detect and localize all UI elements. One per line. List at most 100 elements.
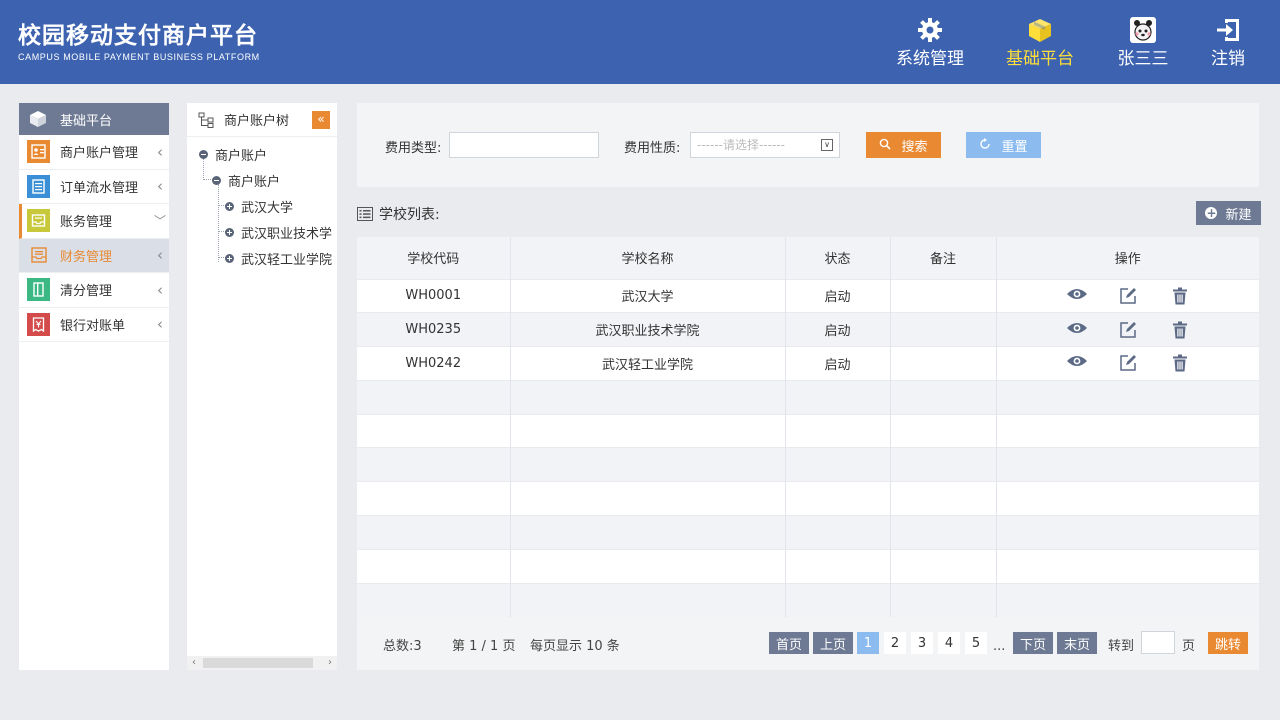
collapse-tree-button[interactable]: « <box>312 111 330 129</box>
left-menu: 基础平台 商户账户管理 ‹ 订单流水管理 ‹ 账务管理 ﹀ 财务管理 ‹ 清分管… <box>19 103 169 670</box>
sidebar-item-label: 订单流水管理 <box>60 180 139 196</box>
pages-ellipsis: ... <box>993 639 1006 654</box>
goto-page-input[interactable] <box>1141 631 1175 654</box>
last-page-button[interactable]: 末页 <box>1057 632 1097 654</box>
tree-node-root[interactable]: 商户账户 <box>199 145 267 164</box>
edit-icon[interactable] <box>1118 287 1138 305</box>
page-3-button[interactable]: 3 <box>911 632 933 654</box>
column-header: 学校代码 <box>357 237 511 279</box>
per-page-info: 每页显示 10 条 <box>530 639 620 654</box>
empty-table-row <box>357 447 1259 482</box>
page-unit-label: 页 <box>1182 639 1196 654</box>
sidebar-item-order-flow[interactable]: 订单流水管理 ‹ <box>19 170 169 204</box>
fee-type-input[interactable] <box>449 132 599 158</box>
tree-structure-icon <box>198 112 214 128</box>
scroll-right-icon[interactable]: › <box>323 656 337 670</box>
note-cell <box>890 346 997 381</box>
nav-basic-platform[interactable]: 基础平台 <box>1004 16 1076 76</box>
plus-icon: + <box>1205 206 1218 220</box>
fee-type-label: 费用类型: <box>385 141 442 156</box>
sidebar-item-finance[interactable]: 财务管理 ‹ <box>19 238 169 273</box>
expand-icon <box>225 254 234 263</box>
cube-icon <box>30 111 46 127</box>
table-row[interactable]: WH0242 武汉轻工业学院 启动 <box>357 346 1259 381</box>
avatar-icon <box>1130 17 1156 43</box>
view-icon[interactable] <box>1066 321 1087 339</box>
delete-icon[interactable] <box>1170 287 1190 305</box>
status-cell: 启动 <box>785 312 891 347</box>
app-subtitle: CAMPUS MOBILE PAYMENT BUSINESS PLATFORM <box>18 52 260 62</box>
book-icon <box>27 278 50 302</box>
merchant-account-tree: 商户账户树 « 商户账户 商户账户 武汉大学 武汉职业技术学 武汉轻工业学院 ‹… <box>187 103 337 670</box>
button-label: 重置 <box>1001 139 1028 155</box>
delete-icon[interactable] <box>1170 354 1190 372</box>
page-4-button[interactable]: 4 <box>938 632 960 654</box>
nav-label: 张三三 <box>1117 49 1169 69</box>
sidebar-item-label: 商户账户管理 <box>60 146 139 162</box>
chevron-left-icon: ‹ <box>157 315 163 334</box>
search-button[interactable]: 搜索 <box>866 132 941 158</box>
empty-table-row <box>357 481 1259 516</box>
school-code-cell: WH0242 <box>357 346 511 381</box>
sidebar-item-bank-statement[interactable]: 银行对账单 ‹ <box>19 308 169 342</box>
fee-nature-select[interactable]: ------请选择------ ∨ <box>690 132 840 158</box>
page-1-button[interactable]: 1 <box>857 632 879 654</box>
tree-node-label: 武汉大学 <box>241 201 294 216</box>
status-cell: 启动 <box>785 278 891 313</box>
sidebar-item-merchant-account[interactable]: 商户账户管理 ‹ <box>19 135 169 170</box>
first-page-button[interactable]: 首页 <box>769 632 809 654</box>
sidebar-item-label: 清分管理 <box>60 284 113 300</box>
collapse-icon <box>212 176 221 185</box>
school-code-cell: WH0235 <box>357 312 511 347</box>
column-header: 学校名称 <box>510 237 786 279</box>
sidebar-item-clearing[interactable]: 清分管理 ‹ <box>19 273 169 308</box>
scroll-left-icon[interactable]: ‹ <box>187 656 201 670</box>
sidebar-item-label: 账务管理 <box>60 215 113 231</box>
reset-button[interactable]: 重置 <box>966 132 1041 158</box>
receipt-icon <box>27 312 50 336</box>
tree-node-child[interactable]: 商户账户 <box>212 171 280 190</box>
sidebar-item-accounting[interactable]: 账务管理 ﹀ <box>19 204 169 239</box>
expand-icon <box>225 228 234 237</box>
new-button[interactable]: + 新建 <box>1196 201 1261 225</box>
view-icon[interactable] <box>1066 354 1087 372</box>
jump-button[interactable]: 跳转 <box>1208 632 1248 654</box>
next-page-button[interactable]: 下页 <box>1013 632 1053 654</box>
page-5-button[interactable]: 5 <box>965 632 987 654</box>
note-cell <box>890 278 997 313</box>
select-placeholder: ------请选择------ <box>697 138 785 152</box>
tree-node-label: 武汉轻工业学院 <box>241 253 333 268</box>
tree-node-label: 商户账户 <box>215 149 268 164</box>
nav-label: 基础平台 <box>1006 49 1074 69</box>
nav-system-management[interactable]: 系统管理 <box>895 16 965 76</box>
nav-logout[interactable]: 注销 <box>1208 16 1248 76</box>
edit-icon[interactable] <box>1118 321 1138 339</box>
app-title: 校园移动支付商户平台 <box>18 22 258 49</box>
empty-table-row <box>357 548 1259 584</box>
horizontal-scrollbar[interactable]: ‹ › <box>187 656 337 670</box>
page-2-button[interactable]: 2 <box>884 632 906 654</box>
table-row[interactable]: WH0235 武汉职业技术学院 启动 <box>357 312 1259 347</box>
document-icon <box>27 174 50 198</box>
edit-icon[interactable] <box>1118 354 1138 372</box>
status-cell: 启动 <box>785 346 891 381</box>
tree-leaf-wuhan-vocational[interactable]: 武汉职业技术学 <box>225 223 332 242</box>
nav-user-profile[interactable]: 张三三 <box>1114 16 1172 76</box>
tree-leaf-whu[interactable]: 武汉大学 <box>225 197 293 216</box>
column-header: 备注 <box>890 237 997 279</box>
finance-icon <box>27 244 50 267</box>
column-header: 状态 <box>785 237 891 279</box>
prev-page-button[interactable]: 上页 <box>813 632 853 654</box>
table-header-row: 学校代码 学校名称 状态 备注 操作 <box>357 237 1259 279</box>
delete-icon[interactable] <box>1170 321 1190 339</box>
sidebar-title: 基础平台 <box>60 113 113 129</box>
actions-cell <box>996 346 1259 381</box>
tree-leaf-wuhan-light-industry[interactable]: 武汉轻工业学院 <box>225 249 332 268</box>
list-icon <box>357 207 373 221</box>
table-row[interactable]: WH0001 武汉大学 启动 <box>357 278 1259 313</box>
refresh-icon <box>979 137 991 153</box>
chevron-down-icon: ﹀ <box>153 214 166 229</box>
view-icon[interactable] <box>1066 287 1087 305</box>
scrollbar-thumb[interactable] <box>203 658 313 668</box>
nav-label: 注销 <box>1211 49 1245 69</box>
